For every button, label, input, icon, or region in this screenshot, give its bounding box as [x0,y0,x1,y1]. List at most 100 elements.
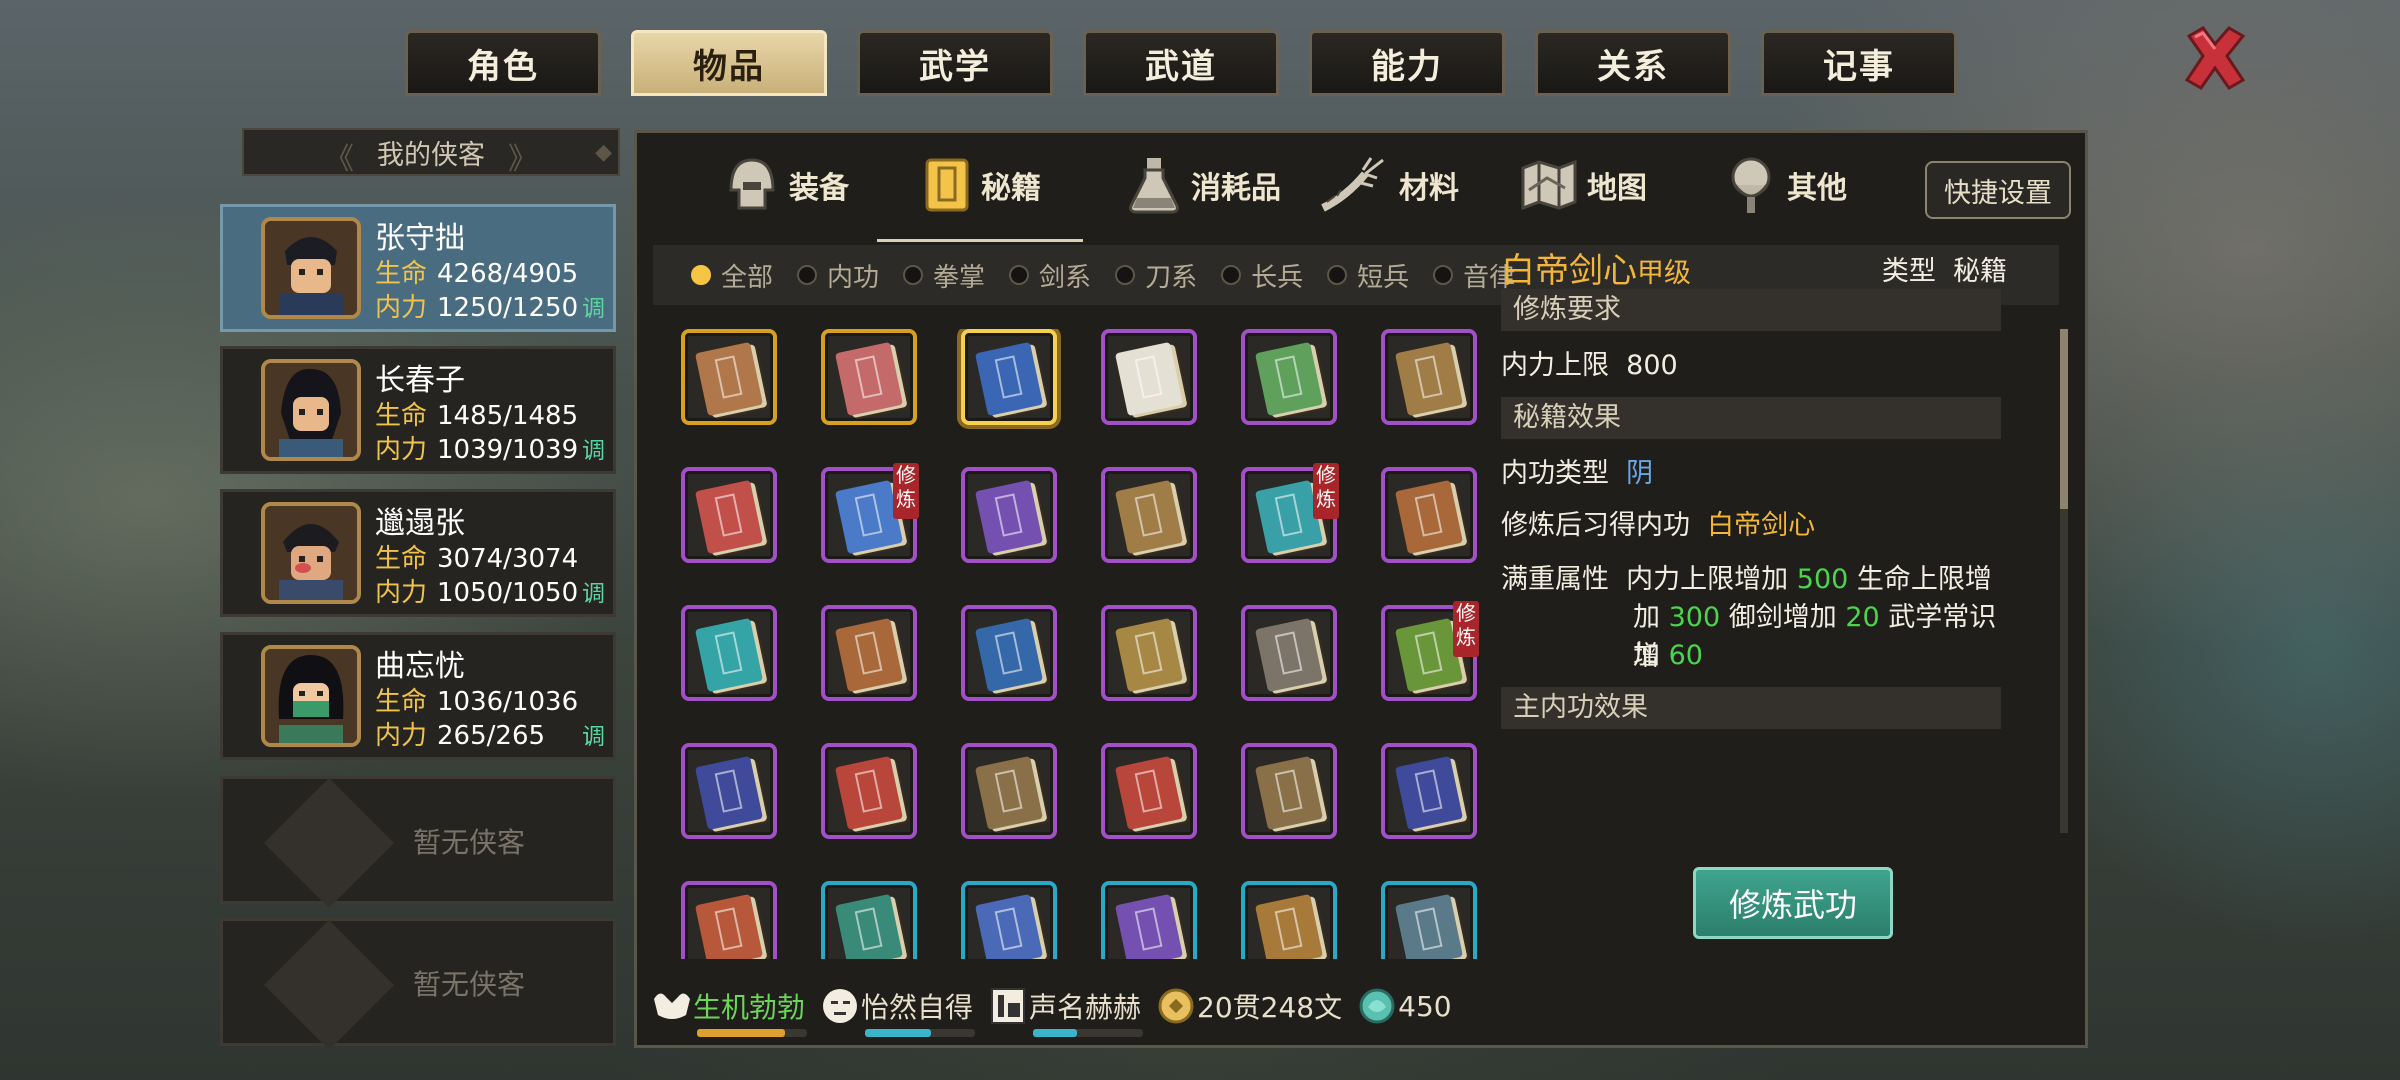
category-equipment[interactable]: 装备 [725,155,849,215]
item-slot[interactable]: 修炼 [821,463,919,563]
item-slot[interactable] [1241,329,1337,425]
item-slot[interactable] [821,743,917,839]
item-slot[interactable] [1101,881,1197,959]
character-card-3[interactable]: 邋遢张 生命 3074/3074 内力 1050/1050 调 [220,489,616,617]
neigong-key: 内功类型 [1501,458,1609,489]
item-slot[interactable] [821,881,917,959]
category-consumables[interactable]: 消耗品 [1127,155,1281,215]
adjust-button[interactable]: 调 [582,289,605,323]
empty-slot-label: 暂无侠客 [413,826,526,859]
lantern-icon [1731,157,1771,213]
empty-slot-label: 暂无侠客 [413,968,526,1001]
learn-line: 修炼后习得内功 白帝剑心 [1501,503,1815,542]
empty-character-slot[interactable]: 暂无侠客 [220,776,616,909]
tab-character[interactable]: 角色 [405,30,601,96]
item-slot[interactable] [1381,743,1477,839]
empty-character-slot[interactable]: 暂无侠客 [220,918,616,1051]
item-type: 类型 秘籍 [1882,249,2007,288]
item-slot[interactable] [961,881,1057,959]
status-label: 声名赫赫 [1029,991,1142,1024]
item-slot[interactable] [1241,881,1337,959]
filter-short-weapon[interactable]: 短兵 [1327,257,1409,294]
scroll-book-icon [925,158,969,212]
item-slot[interactable] [1101,467,1197,563]
filter-label: 长兵 [1251,262,1304,293]
mp-value: 1050/1050 [437,578,579,608]
adjust-button[interactable]: 调 [582,717,605,751]
section-effects: 秘籍效果 [1501,397,2001,439]
category-maps[interactable]: 地图 [1521,155,1647,215]
filter-fist[interactable]: 拳掌 [903,257,985,294]
manual-book-icon [1394,479,1464,555]
item-slot[interactable] [1381,329,1477,425]
character-card-1[interactable]: 张守拙 生命 4268/4905 内力 1250/1250 调 [220,204,616,332]
hp-label: 生命 [375,259,428,289]
item-slot[interactable] [961,605,1057,701]
item-slot[interactable] [1241,743,1337,839]
item-slot[interactable] [1381,881,1477,959]
category-manuals[interactable]: 秘籍 [923,155,1041,215]
item-slot[interactable] [681,605,777,701]
tab-martial-way[interactable]: 武道 [1083,30,1279,96]
banner-icon [987,985,1029,1027]
section-requirements: 修炼要求 [1501,289,2001,331]
item-slot[interactable] [681,467,777,563]
item-slot[interactable]: 修炼 [1381,601,1479,701]
item-slot[interactable] [1101,743,1197,839]
item-slot[interactable] [961,743,1057,839]
hp-value: 3074/3074 [437,544,579,574]
item-slot[interactable] [681,743,777,839]
empty-silhouette-icon [263,919,395,1051]
map-icon [1521,160,1577,210]
train-skill-button[interactable]: 修炼武功 [1693,867,1893,939]
tab-relations[interactable]: 关系 [1535,30,1731,96]
item-slot[interactable] [681,329,777,425]
manual-book-icon [1254,341,1324,417]
item-slot[interactable] [961,467,1057,563]
adjust-button[interactable]: 调 [582,431,605,465]
item-slot[interactable] [1101,329,1197,425]
item-slot[interactable] [821,329,917,425]
detail-scrollbar[interactable] [2060,329,2068,833]
hp-label: 生命 [375,401,428,431]
character-name: 曲忘忧 [375,649,465,684]
chevron-right-icon: 》 [508,142,538,177]
close-button[interactable] [2175,20,2255,96]
item-slot[interactable] [961,329,1057,425]
scrollbar-thumb[interactable] [2060,329,2068,509]
item-slot[interactable] [1241,605,1337,701]
item-grid: 修炼 修炼 修炼 [681,329,1541,959]
item-slot[interactable] [1101,605,1197,701]
status-progress [865,1029,976,1037]
item-slot[interactable]: 修炼 [1241,463,1339,563]
category-other[interactable]: 其他 [1725,155,1847,215]
requirement-line: 内力上限 800 [1501,343,1678,382]
filter-blade[interactable]: 刀系 [1115,257,1197,294]
item-slot[interactable] [1381,467,1477,563]
hp-label: 生命 [375,544,428,574]
mp-label: 内力 [375,721,428,751]
filter-long-weapon[interactable]: 长兵 [1221,257,1303,294]
item-slot[interactable] [681,881,777,959]
quick-settings-button[interactable]: 快捷设置 [1925,161,2071,219]
category-materials[interactable]: 材料 [1317,155,1459,215]
item-slot[interactable] [821,605,917,701]
filter-neigong[interactable]: 内功 [797,257,879,294]
mp-value: 1250/1250 [437,293,579,323]
status-progress-fill [865,1029,932,1037]
character-card-4[interactable]: 曲忘忧 生命 1036/1036 内力 265/265 调 [220,632,616,760]
full-attr-text: 御剑增加 [1720,602,1846,633]
manual-book-icon [1114,479,1184,555]
character-card-2[interactable]: 长春子 生命 1485/1485 内力 1039/1039 调 [220,346,616,474]
manual-book-icon [1254,893,1324,959]
filter-sword[interactable]: 剑系 [1009,257,1091,294]
category-label: 消耗品 [1191,171,1281,206]
adjust-button[interactable]: 调 [582,574,605,608]
manual-book-icon [694,479,764,555]
tab-martial-arts[interactable]: 武学 [857,30,1053,96]
filter-all[interactable]: 全部 [691,257,773,294]
tab-items[interactable]: 物品 [631,30,827,96]
tab-abilities[interactable]: 能力 [1309,30,1505,96]
tab-journal[interactable]: 记事 [1761,30,1957,96]
hp-label: 生命 [375,687,428,717]
